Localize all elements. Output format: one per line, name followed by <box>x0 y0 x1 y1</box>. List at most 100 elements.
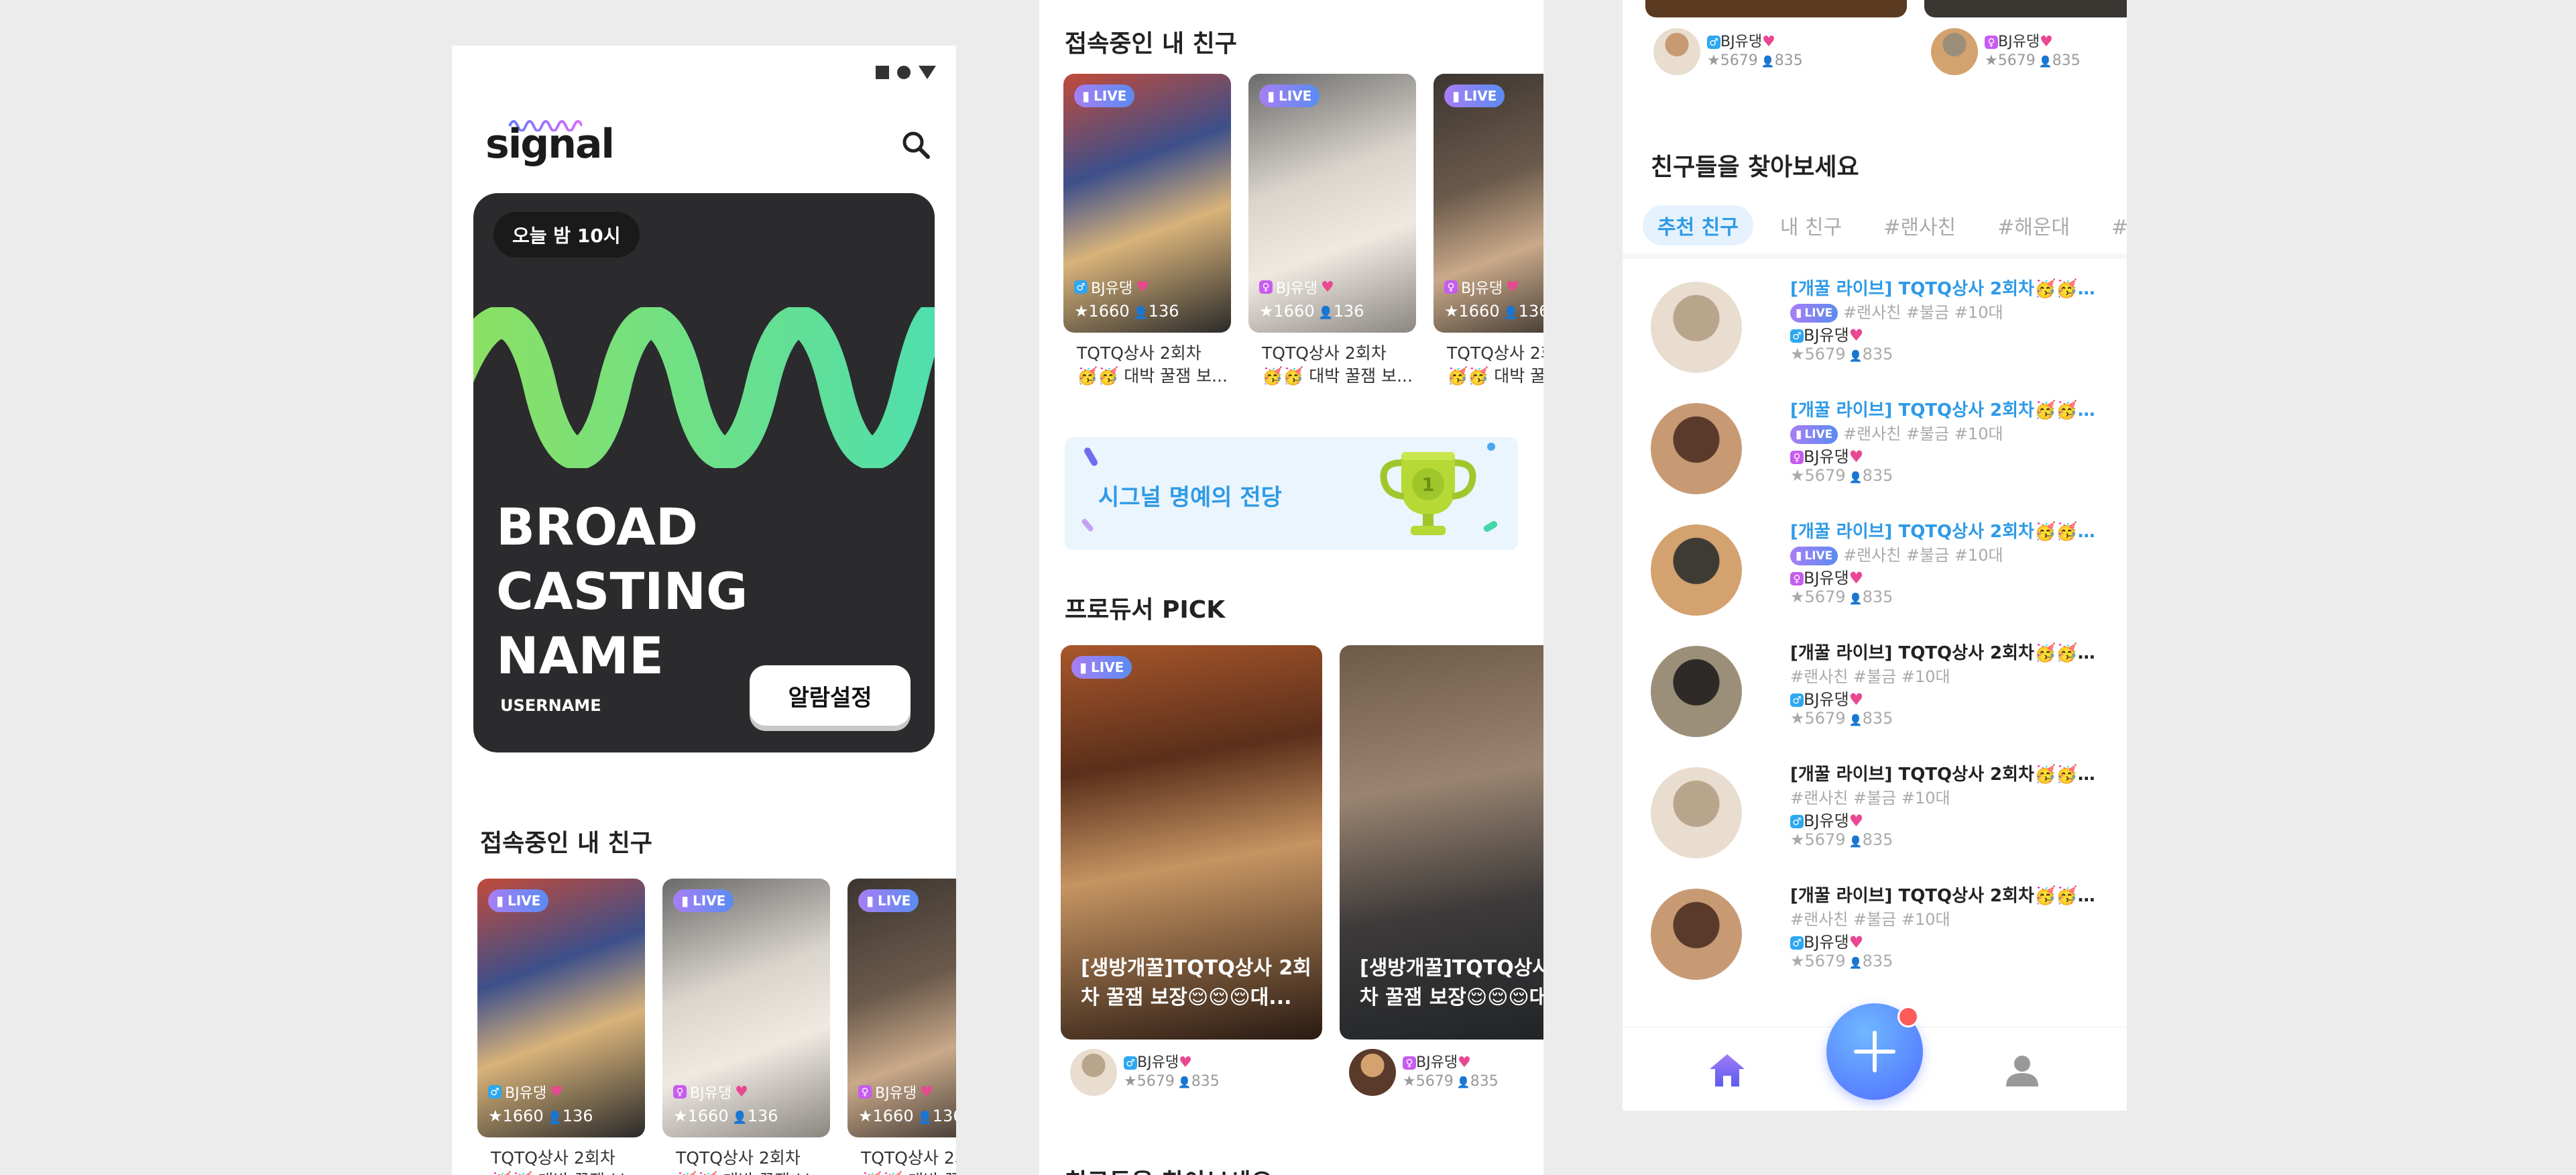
stop-icon <box>876 66 889 79</box>
streamer-name: ♂BJ유댕♥ <box>1790 929 1863 952</box>
streamer-name-text: BJ유댕 <box>1804 569 1849 588</box>
stream-description[interactable]: TQTQ상사 2회차 🥳🥳 대박 꿀잼 보... <box>1063 342 1231 388</box>
male-icon: ♂ <box>488 1085 502 1099</box>
stream-description[interactable]: TQTQ상사 2회차 🥳🥳 대박 꿀잼 보... <box>477 1147 645 1175</box>
live-bars-icon: ▮ <box>496 893 504 909</box>
viewer-count: 835 <box>1191 1072 1220 1090</box>
hall-of-fame-banner[interactable]: 시그널 명예의 전당 1 <box>1065 437 1518 550</box>
tab-0[interactable]: 추천 친구 <box>1643 205 1753 245</box>
friend-live-card[interactable]: ▮LIVE ♀BJ유댕♥ ★1660 👤136 <box>1248 74 1416 333</box>
streamer-name-text: BJ유댕 <box>1804 690 1849 709</box>
streamer-profile[interactable]: ♂ BJ유댕♥ ★5679 👤835 <box>1653 28 1803 75</box>
viewer-icon: 👤 <box>1845 835 1863 848</box>
stream-description[interactable]: TQTQ상사 2회차 🥳🥳 대박 꿀잼 보... <box>1433 342 1543 388</box>
stream-stats: ★5679 👤835 <box>1790 466 1893 485</box>
streamer-profile[interactable]: ♀ BJ유댕♥ ★5679 👤835 <box>1349 1049 1499 1096</box>
streamer-name: ♀BJ유댕♥ <box>1985 33 2081 52</box>
streamer-name-text: BJ유댕 <box>1804 812 1849 830</box>
friend-live-card[interactable]: ▮ LIVE ♂ BJ유댕 ♥ ★1660 👤136 <box>1063 74 1231 333</box>
tab-4[interactable]: #불 <box>2097 205 2127 245</box>
producer-pick-card[interactable]: [생방개꿀]TQTQ상사 2회차 꿀잼 보장😌😌😌대... <box>1340 645 1543 1040</box>
live-bars-icon: ▮ <box>1796 428 1802 441</box>
streamer-name: ♀BJ유댕♥ <box>1259 276 1334 298</box>
streamer-name: ♂BJ유댕♥ <box>1790 322 1863 345</box>
friend-list-item[interactable]: [개꿀 라이브] TQTQ상사 2회차🥳🥳… #랜사친 #불금 #10대 ♂ BJ유댕… <box>1651 754 2120 861</box>
viewer-icon: 👤 <box>728 1111 748 1125</box>
stream-stats: ★5679 👤835 <box>1790 345 1893 363</box>
signal-icon <box>919 66 936 79</box>
hashtags: #랜사친 #불금 #10대 <box>1842 546 2003 565</box>
streamer-profile[interactable]: ♀ BJ유댕♥ ★5679 👤835 <box>1931 28 2081 75</box>
viewer-icon: 👤 <box>543 1111 563 1125</box>
friend-live-card[interactable]: ▮LIVE ♀BJ유댕♥ ★1660 👤136 <box>662 879 830 1137</box>
streamer-name: ♀BJ유댕♥ <box>858 1081 933 1103</box>
live-bars-icon: ▮ <box>1796 549 1802 563</box>
producer-card-bottom[interactable] <box>1645 0 1907 17</box>
live-badge: ▮ LIVE <box>1790 547 1838 565</box>
stream-title-line1: TQTQ상사 2회차 <box>491 1148 616 1168</box>
search-icon[interactable] <box>896 125 936 165</box>
heart-icon: ♥ <box>735 1083 748 1101</box>
streamer-name-text: BJ유댕 <box>1804 933 1849 952</box>
stream-description[interactable]: TQTQ상사 2회차 🥳🥳 대박 꿀잼 보... <box>662 1147 830 1175</box>
producer-pick-card[interactable]: ▮ LIVE [생방개꿀]TQTQ상사 2회차 꿀잼 보장😌😌😌대... <box>1061 645 1322 1040</box>
streamer-name-text: BJ유댕 <box>505 1085 547 1102</box>
streamer-name-text: BJ유댕 <box>1998 33 2040 50</box>
home-icon[interactable] <box>1707 1050 1747 1090</box>
star-count: ★5679 <box>1985 52 2036 69</box>
tab-3[interactable]: #해운대 <box>1983 205 2085 245</box>
streamer-name: ♂BJ유댕♥ <box>1124 1054 1220 1072</box>
heart-icon: ♥ <box>920 1083 933 1101</box>
broadcast-title: [개꿀 라이브] TQTQ상사 2회차🥳🥳… <box>1790 765 2095 785</box>
producer-card-bottom[interactable] <box>1924 0 2127 17</box>
female-icon: ♀ <box>1403 1056 1416 1070</box>
add-icon <box>1854 1031 1895 1072</box>
profile-icon[interactable] <box>2002 1050 2042 1090</box>
streamer-name-text: BJ유댕 <box>1091 280 1133 297</box>
friend-live-card[interactable]: ▮LIVE ♀BJ유댕♥ ★1660 👤136 <box>847 879 956 1137</box>
tags-line: ▮ LIVE #랜사친 #불금 #10대 <box>1790 299 2003 323</box>
viewer-count: 835 <box>1862 709 1893 728</box>
friend-list-item[interactable]: [개꿀 라이브] TQTQ상사 2회차🥳🥳… ▮ LIVE #랜사친 #불금 #10… <box>1651 390 2120 497</box>
broadcast-username: USERNAME <box>500 696 601 715</box>
app-logo[interactable]: signal <box>485 121 615 168</box>
live-bars-icon: ▮ <box>1267 88 1275 104</box>
wave-graphic <box>473 307 935 468</box>
stream-description[interactable]: TQTQ상사 2회차 🥳🥳 대박 꿀잼 보... <box>847 1147 956 1175</box>
friend-list-item[interactable]: [개꿀 라이브] TQTQ상사 2회차🥳🥳… #랜사친 #불금 #10대 ♂ BJ유댕… <box>1651 632 2120 740</box>
streamer-name: ♂BJ유댕♥ <box>1790 807 1863 831</box>
viewer-icon: 👤 <box>1845 592 1863 605</box>
heart-icon: ♥ <box>1506 278 1519 296</box>
streamer-profile[interactable]: ♂ BJ유댕♥ ★5679 👤835 <box>1070 1049 1220 1096</box>
stream-stats: ★1660 👤136 <box>1074 302 1179 321</box>
streamer-name-text: BJ유댕 <box>1137 1054 1179 1071</box>
stream-stats: ★5679 👤835 <box>1985 52 2081 71</box>
star-count: ★1660 <box>1444 302 1500 321</box>
friend-list-item[interactable]: [개꿀 라이브] TQTQ상사 2회차🥳🥳… #랜사친 #불금 #10대 ♂ BJ유댕… <box>1651 875 2120 983</box>
star-count: ★5679 <box>1790 345 1846 363</box>
avatar <box>1651 889 1742 980</box>
friend-live-card[interactable]: ▮LIVE ♀BJ유댕♥ ★1660 👤136 <box>1433 74 1543 333</box>
stream-stats: ★1660 👤136 <box>488 1107 593 1125</box>
tab-1[interactable]: 내 친구 <box>1765 205 1857 245</box>
broadcast-title: [개꿀 라이브] TQTQ상사 2회차🥳🥳… <box>1790 279 2095 299</box>
section-title-online-friends: 접속중인 내 친구 <box>480 830 652 857</box>
hashtags: #랜사친 #불금 #10대 <box>1790 667 1950 686</box>
broadcast-hero-card[interactable]: 오늘 밤 10시 BROAD CASTING NAME USERNAME 알람설… <box>473 193 935 752</box>
stream-description[interactable]: TQTQ상사 2회차 🥳🥳 대박 꿀잼 보... <box>1248 342 1416 388</box>
hashtags: #랜사친 #불금 #10대 <box>1842 303 2003 322</box>
record-icon <box>897 66 911 79</box>
alarm-setting-button[interactable]: 알람설정 <box>750 665 911 726</box>
star-count: ★5679 <box>1790 952 1846 970</box>
friend-list-item[interactable]: [개꿀 라이브] TQTQ상사 2회차🥳🥳… ▮ LIVE #랜사친 #불금 #10… <box>1651 268 2120 376</box>
friend-list-item[interactable]: [개꿀 라이브] TQTQ상사 2회차🥳🥳… ▮ LIVE #랜사친 #불금 #10… <box>1651 511 2120 618</box>
live-label: LIVE <box>1804 306 1833 320</box>
viewer-count: 835 <box>1470 1072 1499 1090</box>
tab-2[interactable]: #랜사친 <box>1869 205 1971 245</box>
add-broadcast-button[interactable] <box>1826 1003 1923 1100</box>
broadcast-title: [생방개꿀]TQTQ상사 2회차 꿀잼 보장😌😌😌대... <box>1081 956 1311 1009</box>
star-count: ★5679 <box>1790 588 1846 606</box>
live-badge: ▮ LIVE <box>858 889 919 912</box>
heart-icon: ♥ <box>1849 933 1864 952</box>
friend-live-card[interactable]: ▮ LIVE ♂ BJ유댕 ♥ ★1660 👤136 <box>477 879 645 1137</box>
